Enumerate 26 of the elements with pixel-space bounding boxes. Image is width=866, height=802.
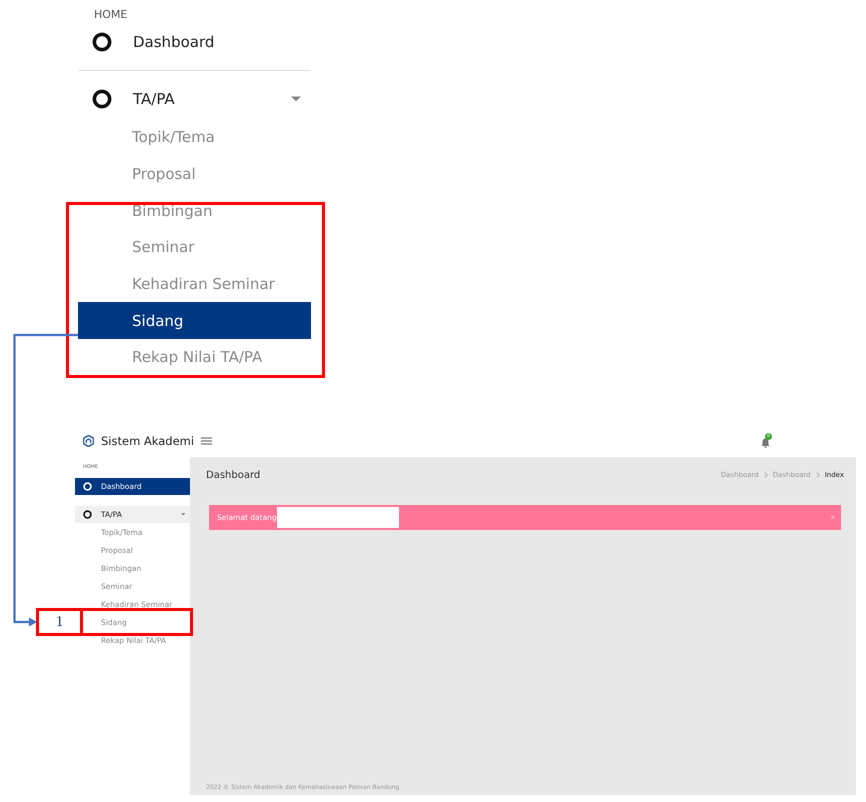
- submenu-item[interactable]: Rekap Nilai TA/PA: [78, 339, 311, 376]
- chevron-icon: [816, 472, 820, 478]
- circle-icon: [92, 89, 112, 109]
- menu-button[interactable]: [199, 435, 214, 447]
- caret-icon: [180, 512, 185, 517]
- menu-group[interactable]: TA/PA: [78, 79, 311, 119]
- page-title: Dashboard: [206, 470, 260, 480]
- submenu-item[interactable]: Bimbingan: [78, 192, 311, 230]
- notification-button[interactable]: [761, 438, 770, 448]
- submenu-item[interactable]: Proposal: [78, 156, 311, 192]
- circle-icon: [83, 510, 92, 519]
- menu-icon: [201, 437, 212, 445]
- submenu-item[interactable]: Seminar: [78, 229, 311, 266]
- logo-icon: [83, 435, 94, 447]
- submenu-item[interactable]: Kehadiran Seminar: [78, 266, 311, 302]
- submenu-item[interactable]: Topik/Tema: [78, 119, 311, 156]
- circle-icon: [83, 482, 92, 491]
- bell-icon: [761, 438, 770, 448]
- menu-item[interactable]: Dashboard: [78, 22, 311, 62]
- chevron-icon: [764, 472, 768, 478]
- caret-icon: [291, 94, 301, 104]
- callout-number: 1: [36, 608, 83, 636]
- section-label: HOME: [93, 7, 128, 22]
- submenu-item[interactable]: Sidang: [78, 302, 311, 340]
- app-title: Sistem Akademi: [101, 434, 196, 448]
- circle-icon: [92, 32, 112, 52]
